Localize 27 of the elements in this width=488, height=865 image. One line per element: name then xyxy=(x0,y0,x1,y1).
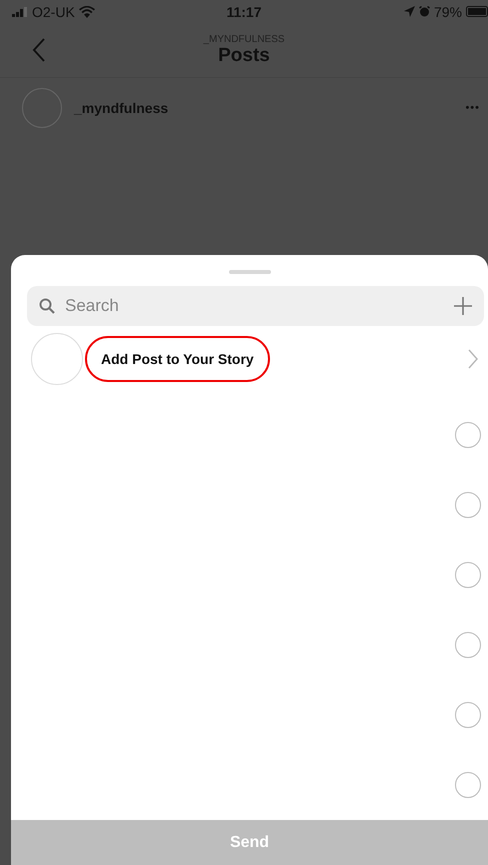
select-radio[interactable] xyxy=(455,492,481,518)
story-option[interactable]: Add Post to Your Story xyxy=(85,336,270,382)
clock-time: 11:17 xyxy=(225,4,263,20)
wifi-icon xyxy=(78,6,95,18)
signal-icon xyxy=(12,6,28,17)
carrier-name: O2-UK xyxy=(32,4,75,20)
select-radio[interactable] xyxy=(455,422,481,448)
select-radio[interactable] xyxy=(455,632,481,658)
location-icon xyxy=(404,6,415,18)
username[interactable]: _myndfulness xyxy=(74,100,168,116)
battery-percent: 79% xyxy=(434,4,462,20)
chevron-icon xyxy=(468,349,478,369)
drag-handle[interactable] xyxy=(228,270,270,274)
search-field[interactable]: Search xyxy=(63,295,446,317)
plus-icon[interactable] xyxy=(454,297,472,315)
select-radio[interactable] xyxy=(455,702,481,728)
select-radio[interactable] xyxy=(455,562,481,588)
more-button[interactable]: ••• xyxy=(465,102,480,114)
avatar[interactable] xyxy=(22,88,62,128)
page-title: Posts xyxy=(218,44,270,67)
select-radio[interactable] xyxy=(455,772,481,798)
battery-icon xyxy=(466,6,488,18)
back-icon[interactable] xyxy=(32,38,46,62)
search-bar[interactable]: Search xyxy=(27,286,484,326)
search-icon xyxy=(39,298,55,314)
avatar xyxy=(31,333,83,385)
alarm-icon xyxy=(418,6,430,18)
